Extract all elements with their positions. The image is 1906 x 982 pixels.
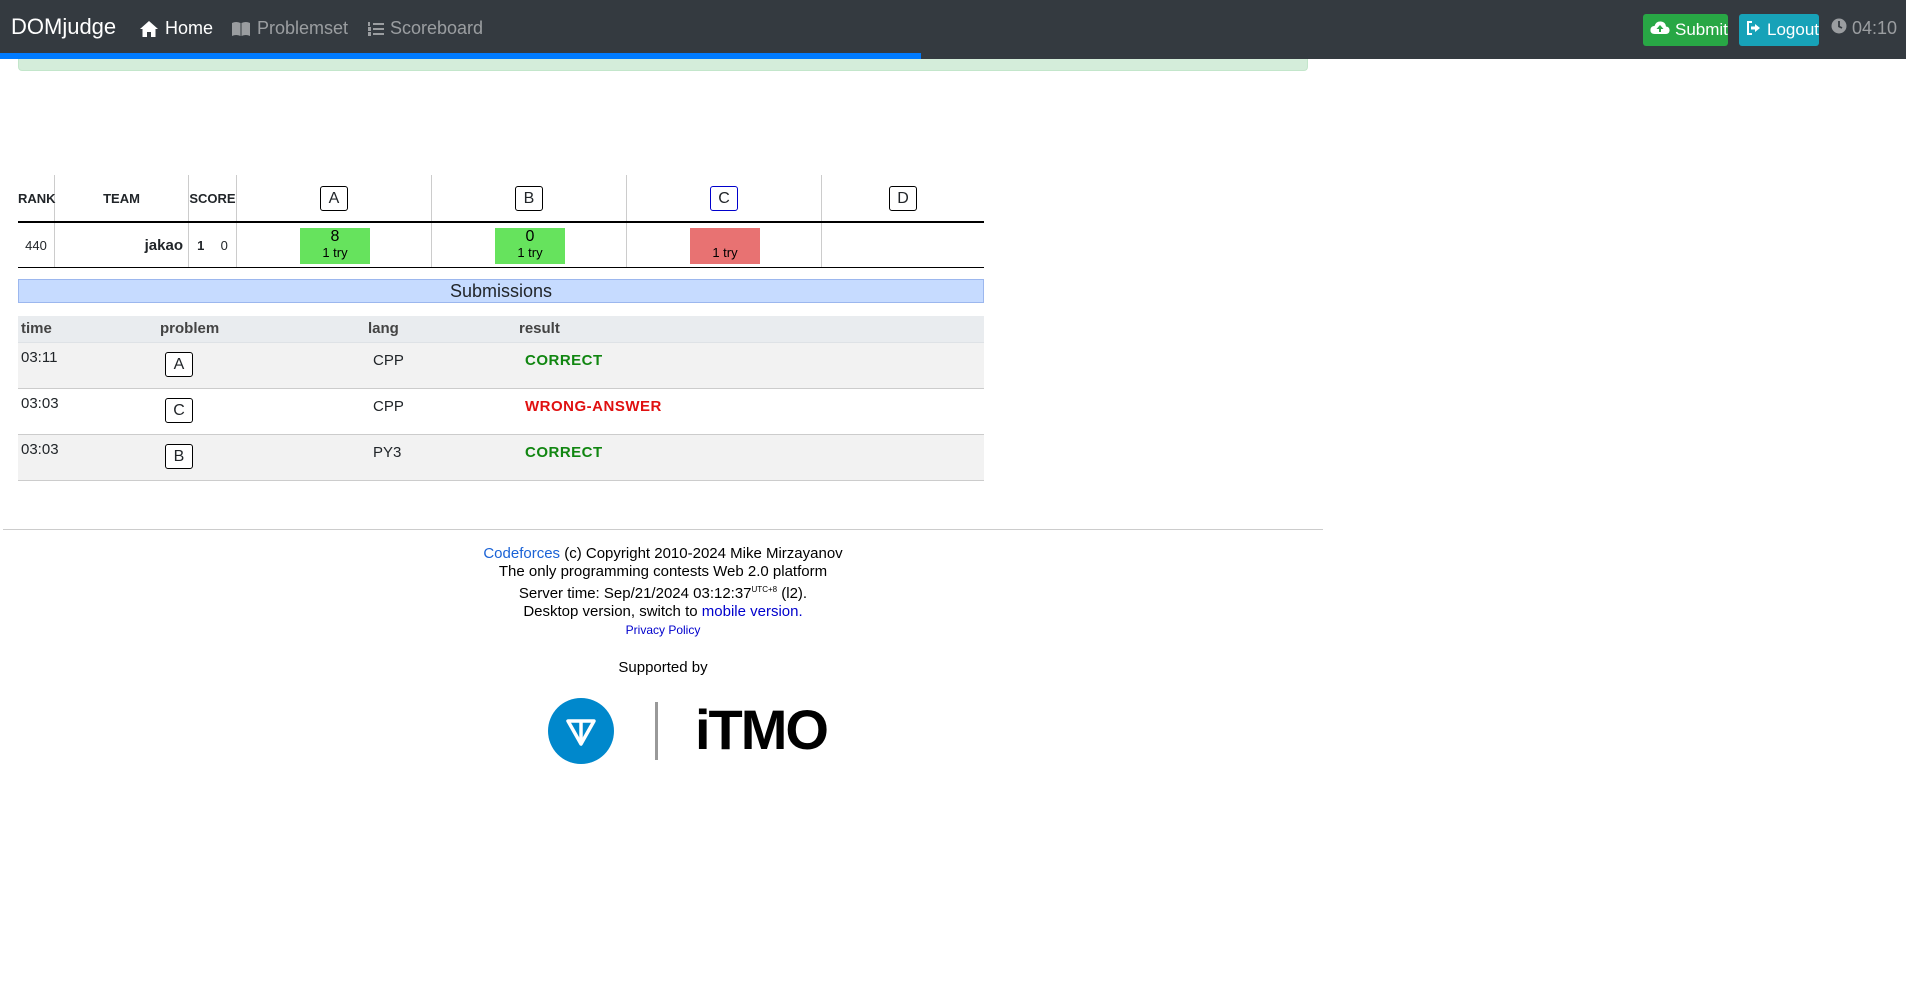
footer-copyright-line: Codeforces (c) Copyright 2010-2024 Mike … <box>3 545 1323 563</box>
team-name[interactable]: jakao <box>55 223 189 267</box>
top-navbar: DOMjudge Home Problemset Scoreboard Subm… <box>0 0 1906 59</box>
list-ol-icon <box>368 21 384 37</box>
problem-header-c[interactable]: C <box>627 175 822 221</box>
score-cell-b[interactable]: 0 1 try <box>495 228 565 264</box>
tagline: The only programming contests Web 2.0 pl… <box>498 563 828 580</box>
problem-badge-c[interactable]: C <box>710 185 738 211</box>
submission-time: 03:03 <box>21 395 59 412</box>
score-cell-c-time <box>690 228 760 246</box>
rank-header: RANK <box>18 175 56 221</box>
clock-icon <box>1831 18 1847 39</box>
team-row: 440 jakao 1 0 8 1 try 0 1 try 1 try <box>18 223 984 268</box>
time-header: time <box>21 320 52 337</box>
submission-time: 03:03 <box>21 441 59 458</box>
nav-scoreboard[interactable]: Scoreboard <box>368 18 483 39</box>
score-cell-b-wrap: 0 1 try <box>432 223 627 267</box>
nav-scoreboard-label: Scoreboard <box>390 18 484 38</box>
score-cell-c-wrap: 1 try <box>627 223 822 267</box>
cloud-upload-icon <box>1650 20 1670 40</box>
submission-lang: PY3 <box>373 444 402 461</box>
score-cell-a-wrap: 8 1 try <box>237 223 432 267</box>
footer: Codeforces (c) Copyright 2010-2024 Mike … <box>3 545 1323 639</box>
alert-strip <box>18 59 1308 71</box>
submission-problem-badge[interactable]: C <box>165 398 193 423</box>
problem-badge-a[interactable]: A <box>320 185 348 211</box>
problem-header-b[interactable]: B <box>432 175 627 221</box>
lang-header: lang <box>368 320 399 337</box>
submission-problem-badge[interactable]: A <box>165 352 193 377</box>
problem-badge-b[interactable]: B <box>515 185 543 211</box>
submit-button[interactable]: Submit <box>1643 14 1728 46</box>
problem-header-d[interactable]: D <box>822 175 984 221</box>
submissions-table: time problem lang result 03:11 A CPP COR… <box>18 316 984 481</box>
nav-problemset-label: Problemset <box>257 18 349 38</box>
team-penalty: 0 <box>220 237 228 253</box>
submissions-title: Submissions <box>18 279 984 303</box>
submission-time: 03:11 <box>21 349 58 366</box>
nav-home[interactable]: Home <box>139 18 213 39</box>
score-cell-b-tries: 1 try <box>517 245 543 260</box>
submission-result: CORRECT <box>525 444 603 461</box>
brand-logo[interactable]: DOMjudge <box>11 14 116 40</box>
desktop-version-line: Desktop version, switch to mobile versio… <box>3 603 1323 621</box>
logo-separator <box>655 702 658 760</box>
result-header: result <box>519 320 560 337</box>
mobile-version-link[interactable]: mobile version <box>702 603 799 620</box>
server-time: Server time: Sep/21/2024 03:12:37 <box>518 585 752 602</box>
sign-out-icon <box>1746 20 1762 41</box>
logout-button[interactable]: Logout <box>1739 14 1819 46</box>
server-suffix: (l2). <box>781 585 808 602</box>
score-cell-a-tries: 1 try <box>322 245 348 260</box>
submission-lang: CPP <box>373 352 404 369</box>
score-cell-c[interactable]: 1 try <box>690 228 760 264</box>
footer-divider <box>3 529 1323 530</box>
contest-clock: 04:10 <box>1831 18 1897 39</box>
supported-by-label: Supported by <box>618 659 708 676</box>
itmo-logo[interactable]: iTMO <box>695 700 829 760</box>
nav-home-label: Home <box>165 18 214 38</box>
problem-badge-d[interactable]: D <box>889 185 917 211</box>
score-cell-d-wrap <box>822 223 984 267</box>
score-cell-a-time: 8 <box>330 228 340 245</box>
nav-problemset[interactable]: Problemset <box>231 18 348 39</box>
codeforces-link[interactable]: Codeforces <box>483 545 560 562</box>
submission-result: CORRECT <box>525 352 603 369</box>
home-icon <box>139 20 159 38</box>
desktop-text: Desktop version, switch to <box>523 603 698 620</box>
clock-time: 04:10 <box>1852 18 1898 38</box>
period: . <box>798 603 803 620</box>
ton-logo-icon[interactable] <box>548 698 614 769</box>
problem-header-a[interactable]: A <box>237 175 432 221</box>
submission-result: WRONG-ANSWER <box>525 398 662 415</box>
score-cell-a[interactable]: 8 1 try <box>300 228 370 264</box>
scoreboard-header: RANK TEAM SCORE A B C D <box>18 175 984 223</box>
team-header: TEAM <box>55 175 189 221</box>
team-rank: 440 <box>18 223 55 267</box>
book-icon <box>231 21 251 37</box>
score-cell-b-time: 0 <box>525 228 535 245</box>
scoreboard-table: RANK TEAM SCORE A B C D 440 jakao 1 0 8 … <box>18 175 984 268</box>
score-cell-c-tries: 1 try <box>712 245 738 260</box>
submission-row[interactable]: 03:11 A CPP CORRECT <box>18 343 984 389</box>
team-solved: 1 <box>197 237 205 253</box>
submissions-header: time problem lang result <box>18 316 984 343</box>
privacy-policy-link[interactable]: Privacy Policy <box>626 623 701 637</box>
submission-problem-badge[interactable]: B <box>165 444 193 469</box>
timezone: UTC+8 <box>751 585 778 594</box>
submit-label: Submit <box>1675 20 1728 39</box>
copyright-text: (c) Copyright 2010-2024 Mike Mirzayanov <box>564 545 843 562</box>
team-score: 1 0 <box>189 223 237 267</box>
server-time-line: Server time: Sep/21/2024 03:12:37UTC+8 (… <box>3 581 1323 603</box>
score-header: SCORE <box>189 175 237 221</box>
logout-label: Logout <box>1767 20 1819 39</box>
problem-header: problem <box>160 320 220 337</box>
submission-row[interactable]: 03:03 B PY3 CORRECT <box>18 435 984 481</box>
submission-row[interactable]: 03:03 C CPP WRONG-ANSWER <box>18 389 984 435</box>
submission-lang: CPP <box>373 398 404 415</box>
